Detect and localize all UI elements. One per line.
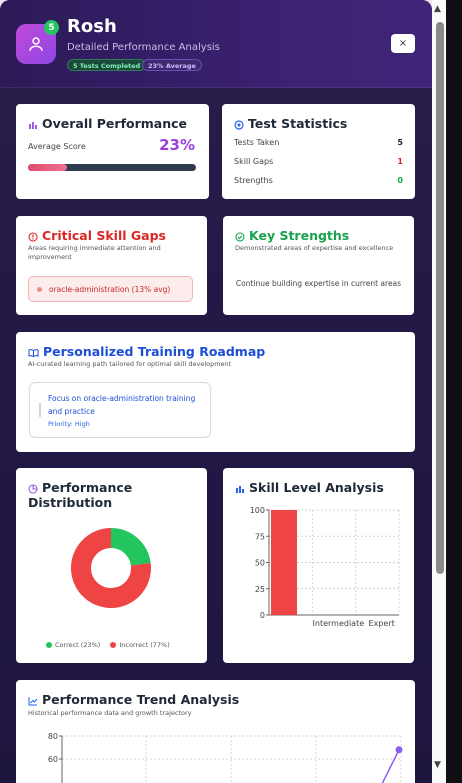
trend-point[interactable] [395,746,403,754]
target-icon [234,119,244,130]
distribution-title: Performance Distribution [28,480,133,510]
trend-subtitle: Historical performance data and growth t… [28,709,192,717]
skill-level-chart: 0 25 50 75 100 Intermediate Expert [250,506,400,628]
test-statistics-card: Test Statistics Tests Taken 5 Skill Gaps… [222,104,415,199]
stats-title: Test Statistics [248,116,348,131]
x-tick-label: Expert [369,619,395,628]
tests-completed-pill: 5 Tests Completed [67,59,147,71]
roadmap-item[interactable]: Focus on oracle-administration training … [29,382,211,438]
tests-count-badge: 5 [44,20,59,35]
average-pill: 23% Average [142,59,202,71]
skill-gap-label: oracle-administration (13% avg) [49,285,171,294]
scroll-up-arrow-icon[interactable]: ▲ [434,4,441,14]
performance-trend-card: Performance Trend Analysis Historical pe… [16,680,415,783]
legend-correct-dot [46,642,52,648]
user-icon [29,37,43,51]
average-score-value: 23% [159,136,195,154]
trend-y-tick-label: 60 [48,755,58,764]
trend-y-tick-label: 80 [48,732,58,741]
strengths-subtitle: Demonstrated areas of expertise and exce… [235,244,394,252]
background-strip [446,0,462,783]
overall-performance-card: Overall Performance Average Score 23% [16,104,209,199]
y-tick-label: 0 [260,611,265,620]
bar-chart-icon [236,485,244,493]
book-open-icon [28,348,39,357]
roadmap-subtitle: AI-curated learning path tailored for op… [28,360,232,368]
trend-chart-icon [28,696,38,705]
overall-title: Overall Performance [42,116,188,131]
trend-title: Performance Trend Analysis [42,692,240,707]
donut-chart [71,528,151,608]
y-tick-label: 75 [255,532,265,541]
y-tick-label: 25 [255,585,265,594]
distribution-legend: Correct (23%) Incorrect (77%) [46,641,170,649]
roadmap-item-priority: Priority: High [48,420,90,428]
legend-incorrect-dot [110,642,117,648]
scrollbar-thumb[interactable] [436,22,444,574]
bar-chart-icon [29,121,37,129]
score-progress-fill [28,164,67,171]
roadmap-item-marker [39,403,41,417]
score-progress-track [28,164,196,171]
legend-correct-label: Correct (23%) [55,641,101,649]
strengths-title: Key Strengths [249,228,350,243]
skill-gap-item: oracle-administration (13% avg) [28,276,193,302]
roadmap-title: Personalized Training Roadmap [43,344,266,359]
performance-distribution-card: Performance Distribution Correct (23%) I… [16,468,207,663]
pie-chart-icon [28,483,38,494]
stat-row-strengths: Strengths 0 [234,176,403,185]
skill-level-card: Skill Level Analysis 0 25 50 75 100 Intermedi… [223,468,414,663]
stat-row-tests-taken: Tests Taken 5 [234,138,403,147]
student-name: Rosh [67,16,117,37]
close-button[interactable]: × [391,34,415,53]
average-score-label: Average Score [28,142,86,151]
x-tick-label: Intermediate [313,619,365,628]
check-circle-icon [235,231,245,242]
gap-dot-icon [37,287,42,292]
skill-gaps-card: Critical Skill Gaps Areas requiring imme… [16,216,207,315]
gaps-title: Critical Skill Gaps [42,228,166,243]
modal-header: 5 Rosh Detailed Performance Analysis 5 T… [0,0,432,88]
skill-level-title: Skill Level Analysis [249,480,384,495]
stat-row-skill-gaps: Skill Gaps 1 [234,157,403,166]
y-tick-label: 100 [250,506,265,515]
performance-modal: 5 Rosh Detailed Performance Analysis 5 T… [0,0,432,783]
strengths-empty-message: Continue building expertise in current a… [235,279,402,288]
scroll-down-arrow-icon[interactable]: ▼ [434,760,441,770]
trend-line [381,749,400,783]
skill-bar[interactable] [271,510,297,615]
training-roadmap-card: Personalized Training Roadmap AI-curated… [16,332,415,452]
roadmap-item-title: Focus on oracle-administration training … [48,394,196,416]
trend-chart: 60 80 [48,732,403,783]
gaps-subtitle: Areas requiring immediate attention and … [28,244,161,261]
key-strengths-card: Key Strengths Demonstrated areas of expe… [223,216,414,315]
header-subtitle: Detailed Performance Analysis [67,42,220,53]
y-tick-label: 50 [255,559,265,568]
alert-circle-icon [28,231,38,242]
donut-slice-correct[interactable] [110,528,151,567]
legend-incorrect-label: Incorrect (77%) [119,641,170,649]
